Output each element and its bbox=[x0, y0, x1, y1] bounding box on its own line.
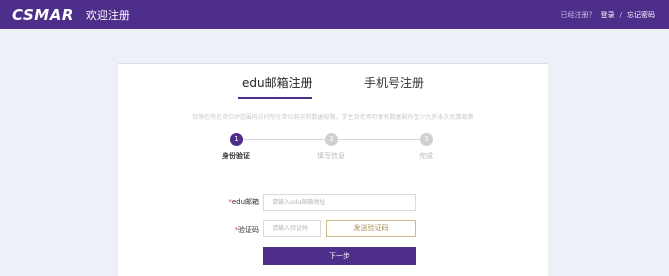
code-label-text: 验证码 bbox=[238, 226, 259, 234]
already-registered-text: 已经注册？ bbox=[560, 10, 596, 19]
step-3-label: 完成 bbox=[419, 152, 433, 160]
step-2-label: 填写信息 bbox=[317, 152, 345, 160]
step-2-indicator: 2 bbox=[325, 133, 338, 146]
registration-card: edu邮箱注册 手机号注册 仅限在所在单位IP范围内访问所在单位购买的数据权限，… bbox=[118, 63, 548, 276]
step-3-indicator: 3 bbox=[420, 133, 433, 146]
verification-code-field[interactable]: 请输入验证码 bbox=[263, 220, 321, 237]
email-field[interactable]: 请输入edu邮箱地址 bbox=[263, 194, 416, 211]
login-link[interactable]: 登录 bbox=[601, 10, 615, 20]
tab-edu-email-registration[interactable]: edu邮箱注册 bbox=[242, 74, 313, 91]
send-code-button[interactable]: 发送验证码 bbox=[326, 220, 416, 237]
step-connector-1 bbox=[243, 139, 325, 140]
code-field-label: *验证码 bbox=[226, 225, 260, 235]
registration-tabs: edu邮箱注册 手机号注册 bbox=[118, 74, 548, 100]
page-title: 欢迎注册 bbox=[85, 8, 130, 22]
registration-notice: 仅限在所在单位IP范围内访问所在单位购买的数据权限，学生及老师可享有数据副作至少… bbox=[192, 114, 474, 121]
csmar-logo[interactable]: CSMAR bbox=[12, 6, 74, 24]
top-navigation-bar: CSMAR 欢迎注册 已经注册？ 登录 / 忘记密码 bbox=[0, 0, 669, 29]
next-step-button[interactable]: 下一步 bbox=[263, 247, 416, 265]
step-1-label: 身份验证 bbox=[222, 152, 250, 160]
link-separator: / bbox=[619, 10, 622, 19]
tab-phone-registration[interactable]: 手机号注册 bbox=[364, 74, 424, 91]
account-links: 已经注册？ 登录 / 忘记密码 bbox=[561, 0, 655, 29]
forgot-password-link[interactable]: 忘记密码 bbox=[627, 10, 655, 20]
email-field-label: *edu邮箱 bbox=[226, 197, 259, 207]
email-label-text: edu邮箱 bbox=[231, 198, 259, 206]
step-connector-2 bbox=[338, 139, 420, 140]
step-1-indicator: 1 bbox=[230, 133, 243, 146]
active-tab-indicator bbox=[238, 97, 312, 99]
